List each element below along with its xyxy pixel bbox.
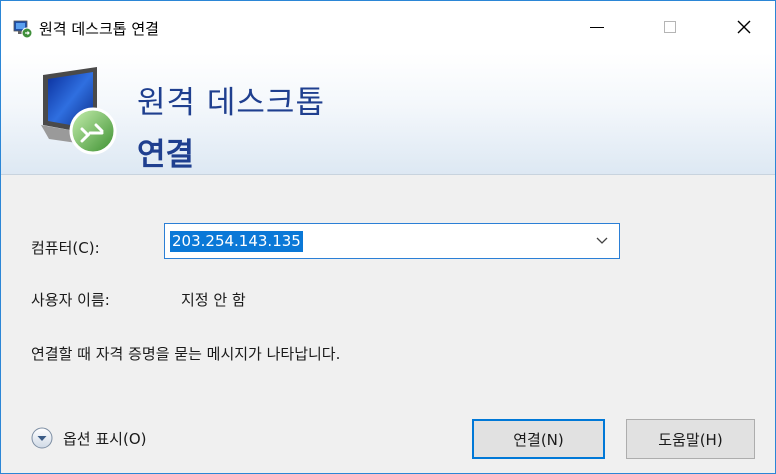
title-bar[interactable]: 원격 데스크톱 연결 xyxy=(1,1,775,53)
help-button[interactable]: 도움말(H) xyxy=(626,419,755,459)
header-banner: 원격 데스크톱 연결 xyxy=(1,53,775,175)
credential-prompt-info: 연결할 때 자격 증명을 묻는 메시지가 나타납니다. xyxy=(31,345,341,363)
username-value: 지정 안 함 xyxy=(181,291,246,309)
monitor-connection-icon xyxy=(41,67,117,155)
banner-subtitle: 연결 xyxy=(137,137,195,173)
username-label: 사용자 이름: xyxy=(31,291,110,309)
show-options-label[interactable]: 옵션 표시(O) xyxy=(63,428,146,449)
expand-circle-icon[interactable] xyxy=(31,427,53,449)
computer-combobox[interactable]: 203.254.143.135 xyxy=(164,223,620,259)
show-options-toggle[interactable]: 옵션 표시(O) xyxy=(31,425,146,451)
close-button[interactable] xyxy=(721,1,767,53)
close-icon xyxy=(737,20,751,34)
banner-title: 원격 데스크톱 xyxy=(137,85,325,121)
maximize-icon xyxy=(664,21,676,33)
chevron-down-icon[interactable] xyxy=(595,235,609,247)
connect-button[interactable]: 연결(N) xyxy=(472,419,605,459)
computer-label: 컴퓨터(C): xyxy=(31,239,100,257)
remote-desktop-window: 원격 데스크톱 연결 원격 데스크톱 연결 컴퓨터(C): 203.254.14… xyxy=(0,0,776,474)
window-title: 원격 데스크톱 연결 xyxy=(39,20,159,38)
remote-desktop-icon xyxy=(13,20,33,39)
minimize-icon xyxy=(590,26,604,28)
computer-input[interactable]: 203.254.143.135 xyxy=(170,231,303,252)
minimize-button[interactable] xyxy=(574,1,620,53)
maximize-button[interactable] xyxy=(647,1,693,53)
